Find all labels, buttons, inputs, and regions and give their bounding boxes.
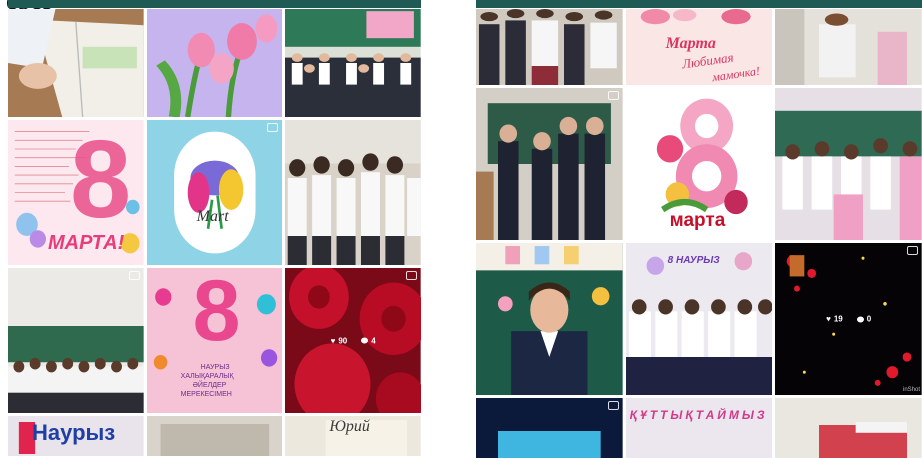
post-tile-kids-row[interactable] <box>476 9 623 85</box>
comment-icon <box>856 316 864 322</box>
post-tile-classroom-board[interactable] <box>775 398 922 458</box>
post-tile-nauryz-banner[interactable]: Наурыз <box>8 416 144 456</box>
post-tile-certificate[interactable] <box>476 398 623 458</box>
post-tile-book-reading[interactable] <box>8 9 144 117</box>
nauryz-board-text: 8 НАУРЫЗ <box>667 255 720 266</box>
comment-count: 0 <box>866 314 872 324</box>
nauryz-eight: 8 <box>192 268 241 359</box>
feed-grid-left: 8 МАРТА! Mart 8 НАУРЫЗ ХАЛЫҚАРАЛЫҚ ӘЙЕЛД… <box>8 9 421 456</box>
header-bar-right <box>476 0 922 8</box>
flower-word: марта <box>669 210 726 231</box>
post-tile-nauryz-board[interactable]: 8 НАУРЫЗ <box>625 243 773 395</box>
like-count: 90 <box>338 336 348 345</box>
post-stats-overlay: ♥ 90 4 <box>285 336 421 345</box>
reel-icon <box>607 401 619 410</box>
post-tile-sparkles[interactable]: ♥ 19 0 inShot <box>775 243 922 395</box>
march-card-eight: 8 <box>70 120 132 241</box>
header-bar-left <box>8 0 421 8</box>
reel-icon <box>267 123 279 132</box>
nauryz-banner-text: Наурыз <box>32 420 116 445</box>
post-tile-nauryz-card[interactable]: 8 НАУРЫЗ ХАЛЫҚАРАЛЫҚ ӘЙЕЛДЕР МЕРЕКЕСІМЕН <box>146 268 283 413</box>
post-stats-overlay: ♥ 19 0 <box>775 315 922 324</box>
reel-icon <box>128 271 140 280</box>
nauryz-line1: НАУРЫЗ <box>200 364 230 371</box>
post-tile-boys-blackboard[interactable] <box>476 88 623 240</box>
comment-icon <box>361 337 369 344</box>
post-tile-bottom-mid[interactable] <box>146 416 283 456</box>
post-tile-march-card[interactable]: 8 МАРТА! <box>8 120 144 265</box>
post-tile-mama-card[interactable]: Марта Любимая мамочка! <box>625 9 773 85</box>
post-tile-group-hall[interactable] <box>8 268 144 413</box>
reel-icon <box>907 246 918 255</box>
newspaper-text: Юрий <box>329 418 370 435</box>
post-tile-class-photo[interactable] <box>285 9 421 117</box>
post-tile-students-white[interactable] <box>285 120 421 265</box>
comment-count: 4 <box>371 336 376 345</box>
post-tile-congrats[interactable]: ҚҰТТЫҚТАЙМЫЗ <box>625 398 773 458</box>
mama-line1: Марта <box>665 35 716 52</box>
feed-grid-right: Марта Любимая мамочка! марта 8 НАУРЫЗ ♥ … <box>476 9 922 458</box>
heart-icon: ♥ <box>330 336 336 345</box>
post-tile-flower-eight[interactable]: марта <box>625 88 773 240</box>
nauryz-line3: ӘЙЕЛДЕР <box>192 382 227 389</box>
inshot-watermark: inShot <box>902 387 920 393</box>
post-tile-roses[interactable]: ♥ 90 4 <box>285 268 421 413</box>
reel-icon <box>757 91 769 100</box>
post-tile-classroom-girl[interactable] <box>775 9 922 85</box>
post-tile-tulips[interactable] <box>146 9 283 117</box>
like-count: 19 <box>833 314 843 324</box>
congrats-text: ҚҰТТЫҚТАЙМЫЗ <box>629 408 768 422</box>
reel-icon <box>607 91 619 100</box>
reel-icon <box>406 271 417 280</box>
nauryz-line4: МЕРЕКЕСІМЕН <box>180 391 232 398</box>
post-tile-mart-card[interactable]: Mart <box>146 120 283 265</box>
heart-icon: ♥ <box>826 314 831 324</box>
post-tile-girls-pink[interactable] <box>775 88 922 240</box>
nauryz-line2: ХАЛЫҚАРАЛЫҚ <box>180 373 234 380</box>
march-card-word: МАРТА! <box>48 232 125 254</box>
post-tile-newspaper[interactable]: Юрий <box>285 416 421 456</box>
post-tile-boy-portrait[interactable] <box>476 243 623 395</box>
mart-text: Mart <box>196 208 229 225</box>
